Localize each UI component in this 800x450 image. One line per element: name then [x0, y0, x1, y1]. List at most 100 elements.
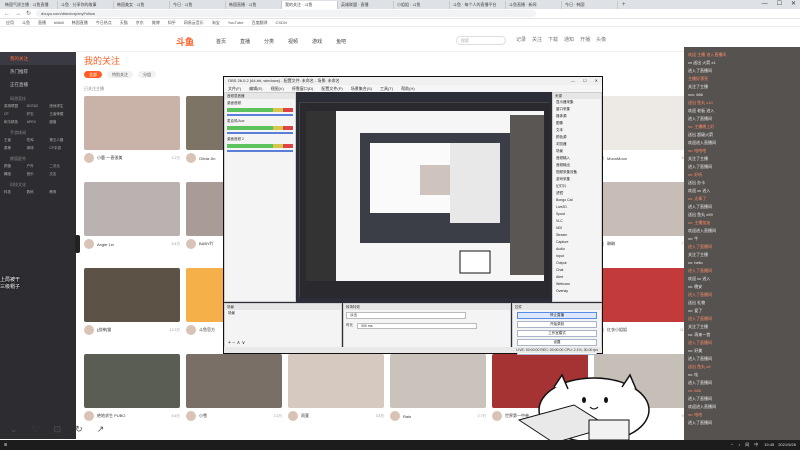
browser-tab[interactable]: 小姐姐 · 斗鱼 — [394, 1, 450, 9]
obs-preview[interactable] — [299, 102, 550, 298]
sidebar-game-link[interactable]: 魔兽 — [49, 120, 72, 125]
bookmark-item[interactable]: 韩国直播 — [72, 19, 88, 26]
source-item[interactable]: 幻灯片 — [553, 183, 601, 190]
browser-tab[interactable]: 今日 · 韩国 — [562, 1, 618, 9]
obs-minimize-icon[interactable]: — — [571, 77, 575, 85]
stream-thumbnail[interactable] — [288, 354, 384, 408]
scene-item[interactable]: 场景 — [225, 310, 341, 317]
sidebar-game-link[interactable]: 二次元 — [49, 164, 72, 169]
obs-menu-item[interactable]: 帮助(H) — [401, 85, 415, 92]
back-icon[interactable]: ← — [4, 11, 10, 17]
avatar[interactable] — [186, 153, 196, 163]
source-item[interactable]: NDI — [553, 225, 601, 232]
nav-item[interactable]: 游戏 — [312, 38, 322, 45]
browser-tab[interactable]: 韩国美女 · 斗鱼 — [114, 1, 170, 9]
streamer-card[interactable]: 琳琳7.0万 — [594, 182, 690, 262]
browser-tab[interactable]: 斗鱼直播 · 新闻 — [506, 1, 562, 9]
obs-control-button[interactable]: 停止直播 — [517, 312, 597, 319]
stream-thumbnail[interactable] — [84, 354, 180, 408]
bookmark-item[interactable]: 斗鱼 — [22, 19, 30, 26]
obs-control-button[interactable]: 开始录制 — [517, 321, 597, 328]
browser-tab[interactable]: 我的关注 · 斗鱼 — [282, 1, 338, 9]
source-item[interactable]: Audio — [553, 246, 601, 253]
obs-maximize-icon[interactable]: ☐ — [583, 77, 587, 85]
source-item[interactable]: Stream — [553, 232, 601, 239]
nav-item[interactable]: 分类 — [264, 38, 274, 45]
obs-menu-item[interactable]: 文件(F) — [228, 85, 241, 92]
sidebar-game-link[interactable]: 户外 — [27, 164, 50, 169]
sidebar-game-link[interactable]: 英雄联盟 — [4, 104, 27, 109]
maximize-icon[interactable]: ☐ — [777, 0, 782, 9]
obs-menu-item[interactable]: 工具(T) — [380, 85, 393, 92]
sidebar-item[interactable]: 我的关注 — [0, 52, 76, 65]
sidebar-game-link[interactable]: DOTA2 — [27, 104, 50, 109]
top-icon-label[interactable]: 下载 — [548, 36, 558, 43]
follow-tab[interactable]: 分组 — [138, 71, 156, 78]
stream-thumbnail[interactable] — [594, 268, 690, 322]
source-item[interactable]: Spout — [553, 211, 601, 218]
source-item[interactable]: Alert — [553, 274, 601, 281]
sidebar-game-link[interactable]: 球球 — [27, 146, 50, 151]
streamer-card[interactable]: Angie·Lin 6.4万 — [84, 182, 180, 262]
obs-control-button[interactable]: 工作室模式 — [517, 330, 597, 337]
browser-tab[interactable]: 英雄联盟 · 直播 — [338, 1, 394, 9]
stream-thumbnail[interactable] — [390, 354, 486, 408]
avatar[interactable] — [288, 411, 298, 421]
bookmark-item[interactable]: 微博 — [152, 19, 160, 26]
sidebar-toggle-handle[interactable] — [75, 235, 80, 253]
bookmark-item[interactable]: 京东 — [136, 19, 144, 26]
browser-tab[interactable]: 韩国气质主播 · 斗鱼直播 — [2, 1, 58, 9]
bookmark-item[interactable]: 淘宝 — [212, 19, 220, 26]
new-tab-button[interactable]: + — [618, 1, 630, 9]
bookmark-item[interactable]: 网易云音乐 — [184, 19, 204, 26]
site-logo[interactable]: 斗鱼 — [176, 35, 194, 48]
sidebar-game-link[interactable]: 科技 — [4, 190, 27, 195]
source-item[interactable]: 视频采集设备 — [553, 169, 601, 176]
nav-item[interactable]: 首页 — [216, 38, 226, 45]
browser-tab[interactable]: 斗鱼 · 分享你的故事 — [58, 1, 114, 9]
streamer-card[interactable]: 红衣小姐姐11.0万 — [594, 268, 690, 348]
start-icon[interactable]: ⊞ — [4, 440, 7, 450]
follow-tab[interactable]: 全部 — [84, 71, 102, 78]
bookmark-item[interactable]: YouTube — [228, 19, 244, 26]
volume-slider[interactable] — [227, 150, 293, 152]
source-item[interactable]: Input — [553, 253, 601, 260]
stream-thumbnail[interactable] — [594, 182, 690, 236]
sidebar-game-link[interactable]: 颜值 — [4, 164, 27, 169]
source-item[interactable]: VLC — [553, 218, 601, 225]
source-item[interactable]: Output — [553, 260, 601, 267]
streamer-card[interactable]: 雨萱 3.8万 — [288, 354, 384, 434]
browser-tab[interactable]: 韩国直播 · 斗鱼 — [226, 1, 282, 9]
source-item[interactable]: 颜色源 — [553, 134, 601, 141]
source-item[interactable]: Chat — [553, 267, 601, 274]
top-icon-label[interactable]: 开播 — [580, 36, 590, 43]
bookmark-item[interactable]: 百度翻译 — [252, 19, 268, 26]
tray-icon[interactable]: ^ — [731, 440, 733, 450]
sidebar-game-link[interactable]: 吃鸡 — [27, 138, 50, 143]
bookmark-item[interactable]: 今日热点 — [96, 19, 112, 26]
duration-input[interactable]: 300 ms — [357, 323, 477, 329]
source-item[interactable]: 媒体源 — [553, 113, 601, 120]
browser-tab[interactable]: 斗鱼 · 每个人的直播平台 — [450, 1, 506, 9]
bookmark-item[interactable]: 知乎 — [168, 19, 176, 26]
streamer-card[interactable]: 小雪 2.2万 — [186, 354, 282, 434]
tray-icon[interactable]: 中 — [754, 440, 758, 450]
obs-close-icon[interactable]: ✕ — [595, 77, 598, 85]
bottom-tool-icon[interactable]: ♡ — [32, 424, 40, 435]
bookmark-item[interactable]: CSDN — [276, 19, 287, 26]
obs-control-button[interactable]: 设置 — [517, 339, 597, 346]
source-item[interactable]: Live2D — [553, 204, 601, 211]
nav-item[interactable]: 直播 — [240, 38, 250, 45]
avatar[interactable] — [492, 411, 502, 421]
avatar[interactable] — [390, 411, 400, 421]
url-input[interactable]: douyu.com/directory/myFollow — [36, 10, 537, 17]
streamer-card[interactable]: [战神]猫 12.3万 — [84, 268, 180, 348]
bookmark-item[interactable]: 天猫 — [120, 19, 128, 26]
sidebar-item[interactable]: 热门推荐 — [0, 65, 76, 78]
minimize-icon[interactable]: — — [762, 0, 768, 9]
sidebar-game-link[interactable]: 教育 — [49, 190, 72, 195]
stream-thumbnail[interactable] — [186, 354, 282, 408]
bookmark-item[interactable]: 应用 — [6, 19, 14, 26]
source-item[interactable]: 音频输出 — [553, 162, 601, 169]
obs-menu-item[interactable]: 场景集合(S) — [351, 85, 372, 92]
